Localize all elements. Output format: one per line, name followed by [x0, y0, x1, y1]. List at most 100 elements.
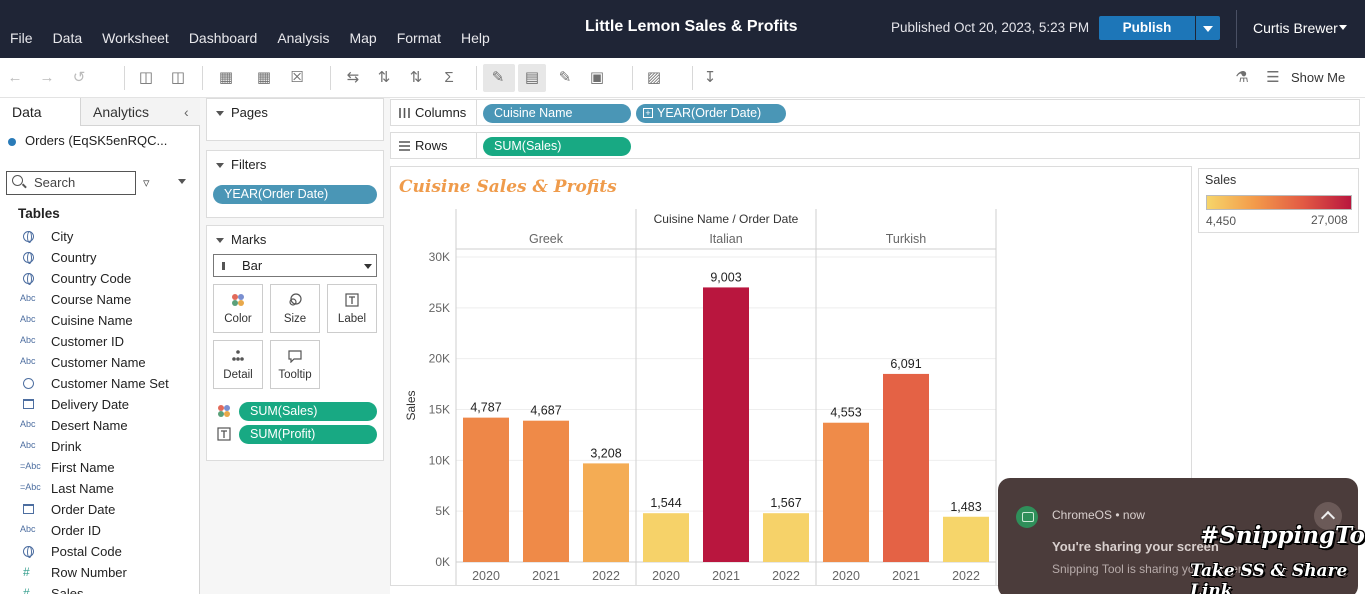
- search-icon: [12, 175, 23, 186]
- duplicate-sheet-icon[interactable]: ▦: [255, 69, 273, 87]
- field-item[interactable]: Abc Order ID: [0, 521, 199, 542]
- field-item[interactable]: Abc Cuisine Name: [0, 311, 199, 332]
- mark-type-select[interactable]: Bar: [213, 254, 377, 277]
- field-item[interactable]: Order Date: [0, 500, 199, 521]
- field-item[interactable]: Country: [0, 248, 199, 269]
- tab-data[interactable]: Data: [0, 98, 80, 126]
- field-item[interactable]: Abc Customer ID: [0, 332, 199, 353]
- size-button[interactable]: Size: [270, 284, 320, 333]
- undo-icon[interactable]: ←: [6, 69, 24, 87]
- tooltip-button[interactable]: Tooltip: [270, 340, 320, 389]
- format-icon[interactable]: ✎: [556, 69, 574, 87]
- sales-color-pill[interactable]: SUM(Sales): [239, 402, 377, 421]
- profit-label-pill[interactable]: SUM(Profit): [239, 425, 377, 444]
- string-icon: Abc: [20, 335, 36, 345]
- publish-button[interactable]: Publish: [1099, 16, 1195, 40]
- year-order-date-pill[interactable]: + YEAR(Order Date): [636, 104, 786, 123]
- sum-sales-pill[interactable]: SUM(Sales): [483, 137, 631, 156]
- show-labels-icon[interactable]: ▤: [523, 69, 541, 87]
- field-item[interactable]: Abc Course Name: [0, 290, 199, 311]
- field-name: Row Number: [51, 565, 127, 580]
- tab-analytics[interactable]: Analytics: [80, 98, 200, 126]
- field-item[interactable]: Postal Code: [0, 542, 199, 563]
- field-item[interactable]: City: [0, 227, 199, 248]
- calendar-icon: [23, 399, 34, 409]
- bar[interactable]: [523, 420, 569, 562]
- detail-button[interactable]: Detail: [213, 340, 263, 389]
- menu-help[interactable]: Help: [461, 30, 490, 46]
- bar[interactable]: [643, 513, 689, 562]
- field-item[interactable]: # Row Number: [0, 563, 199, 584]
- field-item[interactable]: Delivery Date: [0, 395, 199, 416]
- color-ramp: [1206, 195, 1352, 210]
- field-item[interactable]: =Abc Last Name: [0, 479, 199, 500]
- show-me-icon[interactable]: ☰: [1264, 69, 1282, 87]
- field-item[interactable]: Abc Desert Name: [0, 416, 199, 437]
- tooltip-icon: [288, 350, 302, 363]
- tooltip-label: Tooltip: [278, 369, 312, 381]
- menu-dashboard[interactable]: Dashboard: [189, 30, 258, 46]
- set-icon: [23, 378, 34, 389]
- paint-roller-icon[interactable]: ⚗: [1233, 69, 1251, 87]
- filter-icon[interactable]: ▿: [143, 175, 150, 191]
- toolbar: ← → ↺ ◫ ◫ ▦ ▦ ☒ ⇆ ⇅ ⇅ Σ ✎ ▤ ✎ ▣ ▨ ↧ ⚗ ☰ …: [0, 58, 1365, 98]
- label-button[interactable]: Label: [327, 284, 377, 333]
- new-worksheet-icon[interactable]: ▦: [217, 69, 235, 87]
- expand-icon[interactable]: +: [643, 108, 653, 118]
- bar[interactable]: [883, 373, 929, 562]
- chevron-down-icon[interactable]: [1339, 25, 1347, 30]
- menu-data[interactable]: Data: [53, 30, 83, 46]
- data-source-name[interactable]: Orders (EqSK5enRQC...: [25, 133, 167, 148]
- highlight-icon[interactable]: ✎: [489, 69, 507, 87]
- field-item[interactable]: Abc Customer Name: [0, 353, 199, 374]
- presentation-icon[interactable]: ▨: [645, 69, 663, 87]
- menu-file[interactable]: File: [10, 30, 33, 46]
- chevron-down-icon[interactable]: [216, 238, 224, 243]
- totals-icon[interactable]: Σ: [440, 69, 458, 87]
- collapse-pane-icon[interactable]: ‹: [184, 104, 189, 120]
- field-item[interactable]: =Abc First Name: [0, 458, 199, 479]
- field-item[interactable]: # Sales: [0, 584, 199, 594]
- y-axis-label: Sales: [404, 390, 418, 420]
- field-item[interactable]: Abc Drink: [0, 437, 199, 458]
- legend-title: Sales: [1205, 173, 1237, 187]
- columns-label-text: Columns: [415, 105, 467, 120]
- show-me-button[interactable]: Show Me: [1291, 70, 1345, 85]
- field-name: Course Name: [51, 292, 132, 307]
- search-input[interactable]: Search: [6, 171, 136, 195]
- bar[interactable]: [463, 417, 509, 562]
- sort-ascending-icon[interactable]: ⇅: [375, 69, 393, 87]
- publish-options-button[interactable]: [1196, 16, 1220, 40]
- bar[interactable]: [943, 516, 989, 562]
- filter-pill[interactable]: YEAR(Order Date): [213, 185, 377, 204]
- notification-title: You're sharing your screen: [1052, 539, 1219, 554]
- cuisine-name-pill[interactable]: Cuisine Name: [483, 104, 631, 123]
- y-tick-label: 15K: [429, 403, 450, 417]
- pause-updates-icon[interactable]: ◫: [169, 69, 187, 87]
- bar[interactable]: [583, 463, 629, 562]
- chevron-down-icon[interactable]: [178, 179, 186, 184]
- redo-icon[interactable]: →: [38, 69, 56, 87]
- menu-worksheet[interactable]: Worksheet: [102, 30, 169, 46]
- bar[interactable]: [703, 287, 749, 562]
- field-name: Last Name: [51, 481, 114, 496]
- sort-descending-icon[interactable]: ⇅: [407, 69, 425, 87]
- chevron-down-icon[interactable]: [216, 111, 224, 116]
- menu-map[interactable]: Map: [349, 30, 376, 46]
- share-icon[interactable]: ↧: [701, 69, 719, 87]
- columns-shelf: Columns Cuisine Name + YEAR(Order Date): [390, 99, 1360, 126]
- menu-format[interactable]: Format: [397, 30, 441, 46]
- field-item[interactable]: Customer Name Set: [0, 374, 199, 395]
- menu-analysis[interactable]: Analysis: [277, 30, 329, 46]
- bar[interactable]: [763, 513, 809, 562]
- clear-sheet-icon[interactable]: ☒: [288, 69, 306, 87]
- bar[interactable]: [823, 422, 869, 562]
- swap-icon[interactable]: ⇆: [344, 69, 362, 87]
- field-item[interactable]: Country Code: [0, 269, 199, 290]
- chevron-down-icon[interactable]: [216, 163, 224, 168]
- color-button[interactable]: Color: [213, 284, 263, 333]
- user-menu[interactable]: Curtis Brewer: [1253, 20, 1338, 36]
- fit-icon[interactable]: ▣: [588, 69, 606, 87]
- new-data-source-icon[interactable]: ◫: [137, 69, 155, 87]
- replay-icon[interactable]: ↺: [70, 69, 88, 87]
